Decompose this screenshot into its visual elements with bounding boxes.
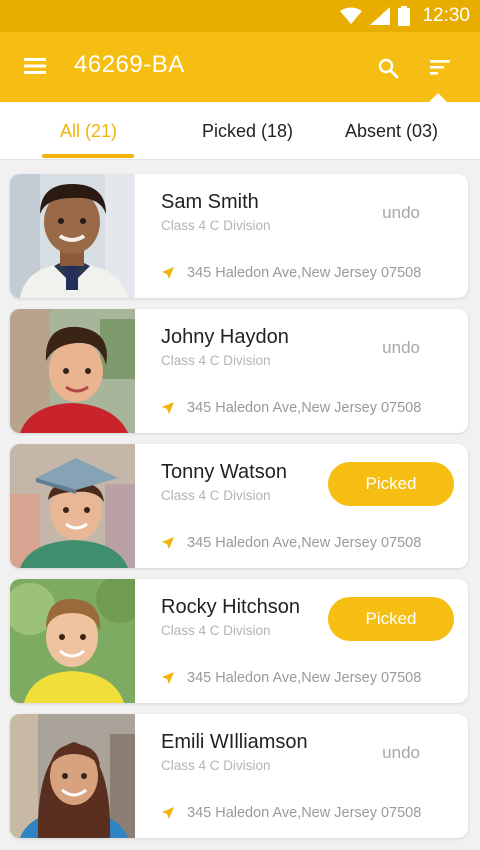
student-address: 345 Haledon Ave,New Jersey 07508 bbox=[187, 805, 422, 821]
student-photo bbox=[10, 309, 135, 433]
student-location: 345 Haledon Ave,New Jersey 07508 bbox=[161, 805, 421, 821]
student-name: Tonny Watson bbox=[161, 461, 287, 483]
student-class: Class 4 C Division bbox=[161, 488, 271, 503]
student-name: Sam Smith bbox=[161, 191, 259, 213]
student-class: Class 4 C Division bbox=[161, 218, 271, 233]
student-card[interactable]: Johny Haydon Class 4 C Division 345 Hale… bbox=[10, 309, 468, 433]
student-class: Class 4 C Division bbox=[161, 758, 271, 773]
app-bar: 46269-BA bbox=[0, 32, 480, 102]
menu-icon[interactable] bbox=[24, 56, 46, 76]
student-address: 345 Haledon Ave,New Jersey 07508 bbox=[187, 400, 422, 416]
student-photo bbox=[10, 714, 135, 838]
student-address: 345 Haledon Ave,New Jersey 07508 bbox=[187, 535, 422, 551]
undo-button[interactable]: undo bbox=[382, 743, 420, 763]
location-arrow-icon bbox=[162, 807, 174, 819]
battery-icon bbox=[398, 6, 411, 26]
student-location: 345 Haledon Ave,New Jersey 07508 bbox=[161, 265, 421, 281]
student-name: Johny Haydon bbox=[161, 326, 289, 348]
cell-signal-icon bbox=[370, 7, 391, 25]
student-photo bbox=[10, 579, 135, 703]
student-photo bbox=[10, 174, 135, 298]
student-photo bbox=[10, 444, 135, 568]
search-icon[interactable] bbox=[376, 56, 400, 80]
student-name: Emili WIlliamson bbox=[161, 731, 308, 753]
tab-absent[interactable]: Absent (03) bbox=[345, 121, 438, 142]
tab-bar: All (21) Picked (18) Absent (03) bbox=[0, 102, 480, 160]
undo-button[interactable]: undo bbox=[382, 338, 420, 358]
student-address: 345 Haledon Ave,New Jersey 07508 bbox=[187, 265, 422, 281]
student-card[interactable]: Rocky Hitchson Class 4 C Division 345 Ha… bbox=[10, 579, 468, 703]
undo-button[interactable]: undo bbox=[382, 203, 420, 223]
tab-all[interactable]: All (21) bbox=[60, 121, 117, 142]
location-arrow-icon bbox=[162, 537, 174, 549]
page-title: 46269-BA bbox=[74, 51, 185, 78]
student-location: 345 Haledon Ave,New Jersey 07508 bbox=[161, 535, 421, 551]
status-icons: 12:30 bbox=[340, 0, 470, 32]
status-bar: 12:30 bbox=[0, 0, 480, 32]
location-arrow-icon bbox=[162, 402, 174, 414]
tab-active-indicator bbox=[42, 154, 134, 158]
student-location: 345 Haledon Ave,New Jersey 07508 bbox=[161, 670, 421, 686]
student-location: 345 Haledon Ave,New Jersey 07508 bbox=[161, 400, 421, 416]
sort-icon[interactable] bbox=[430, 58, 452, 76]
sort-menu-caret bbox=[429, 93, 447, 102]
student-address: 345 Haledon Ave,New Jersey 07508 bbox=[187, 670, 422, 686]
location-arrow-icon bbox=[162, 267, 174, 279]
student-card[interactable]: Sam Smith Class 4 C Division 345 Haledon… bbox=[10, 174, 468, 298]
wifi-icon bbox=[340, 7, 363, 24]
picked-button[interactable]: Picked bbox=[328, 462, 454, 506]
picked-button[interactable]: Picked bbox=[328, 597, 454, 641]
student-card[interactable]: Tonny Watson Class 4 C Division 345 Hale… bbox=[10, 444, 468, 568]
location-arrow-icon bbox=[162, 672, 174, 684]
student-class: Class 4 C Division bbox=[161, 353, 271, 368]
student-card[interactable]: Emili WIlliamson Class 4 C Division 345 … bbox=[10, 714, 468, 838]
student-name: Rocky Hitchson bbox=[161, 596, 300, 618]
student-class: Class 4 C Division bbox=[161, 623, 271, 638]
status-time: 12:30 bbox=[422, 5, 470, 26]
tab-picked[interactable]: Picked (18) bbox=[202, 121, 293, 142]
